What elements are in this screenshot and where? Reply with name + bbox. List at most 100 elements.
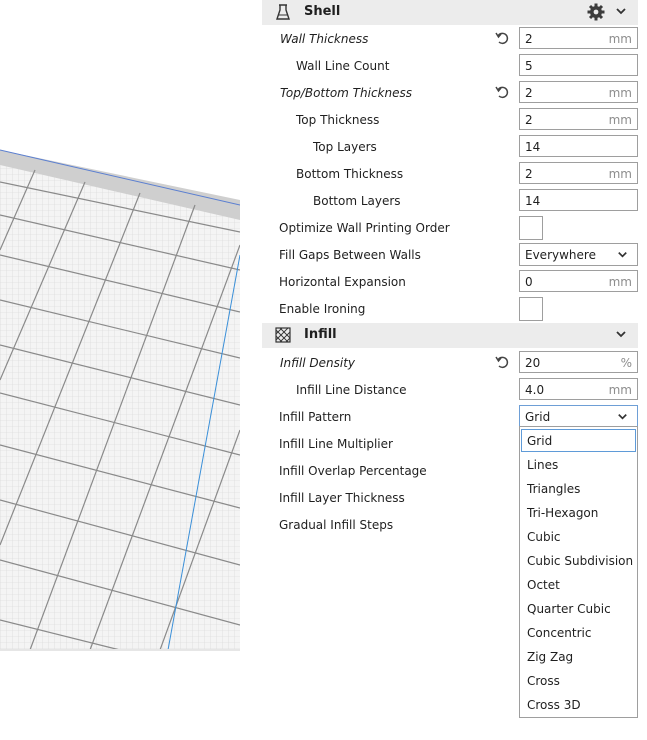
- setting-label: Infill Layer Thickness: [279, 491, 405, 505]
- setting-row-infill-density: Infill Density 20 %: [262, 349, 647, 376]
- option-label: Lines: [527, 458, 559, 472]
- setting-label: Infill Line Multiplier: [279, 437, 393, 451]
- setting-row-top-layers: Top Layers 14: [262, 133, 647, 160]
- option-label: Cubic Subdivision: [527, 554, 634, 568]
- field-unit: mm: [608, 275, 632, 289]
- wall-thickness-input[interactable]: 2 mm: [519, 27, 638, 49]
- dropdown-option-grid[interactable]: Grid: [521, 429, 636, 452]
- infill-category-header[interactable]: Infill: [262, 323, 638, 348]
- setting-label: Optimize Wall Printing Order: [279, 221, 450, 235]
- setting-row-wall-thickness: Wall Thickness 2 mm: [262, 25, 647, 52]
- field-unit: mm: [608, 167, 632, 181]
- setting-row-enable-ironing: Enable Ironing: [262, 295, 647, 322]
- viewport-3d[interactable]: [0, 0, 240, 740]
- setting-row-bottom-layers: Bottom Layers 14: [262, 187, 647, 214]
- reset-icon[interactable]: [494, 30, 510, 46]
- setting-label: Infill Density: [280, 356, 355, 370]
- top-layers-input[interactable]: 14: [519, 135, 638, 157]
- reset-icon[interactable]: [494, 84, 510, 100]
- field-value: 2: [525, 32, 533, 46]
- setting-row-top-bottom-thickness: Top/Bottom Thickness 2 mm: [262, 79, 647, 106]
- dropdown-option-concentric[interactable]: Concentric: [520, 621, 637, 644]
- option-label: Cross 3D: [527, 698, 581, 712]
- setting-label: Enable Ironing: [279, 302, 366, 316]
- enable-ironing-checkbox[interactable]: [519, 297, 543, 321]
- field-value: 14: [525, 140, 541, 154]
- setting-label: Horizontal Expansion: [279, 275, 406, 289]
- field-value: 2: [525, 113, 533, 127]
- setting-label: Top/Bottom Thickness: [280, 86, 412, 100]
- chevron-down-icon: [618, 252, 627, 258]
- option-label: Cubic: [527, 530, 561, 544]
- field-unit: %: [620, 356, 632, 370]
- dropdown-option-lines[interactable]: Lines: [520, 453, 637, 476]
- setting-label: Infill Pattern: [279, 410, 352, 424]
- setting-row-horizontal-expansion: Horizontal Expansion 0 mm: [262, 268, 647, 295]
- horizontal-expansion-input[interactable]: 0 mm: [519, 270, 638, 292]
- setting-row-infill-line-distance: Infill Line Distance 4.0 mm: [262, 376, 647, 403]
- wall-line-count-input[interactable]: 5: [519, 54, 638, 76]
- field-value: 2: [525, 167, 533, 181]
- field-unit: mm: [608, 32, 632, 46]
- fill-gaps-select[interactable]: Everywhere: [519, 243, 638, 266]
- dropdown-option-quarter-cubic[interactable]: Quarter Cubic: [520, 597, 637, 620]
- setting-row-optimize-wall-order: Optimize Wall Printing Order: [262, 214, 647, 241]
- setting-label: Fill Gaps Between Walls: [279, 248, 421, 262]
- optimize-wall-order-checkbox[interactable]: [519, 216, 543, 240]
- field-value: 20: [525, 356, 541, 370]
- reset-icon[interactable]: [494, 354, 510, 370]
- option-label: Tri-Hexagon: [527, 506, 599, 520]
- select-value: Grid: [525, 410, 551, 424]
- top-thickness-input[interactable]: 2 mm: [519, 108, 638, 130]
- bottom-layers-input[interactable]: 14: [519, 189, 638, 211]
- field-unit: mm: [608, 383, 632, 397]
- option-label: Concentric: [527, 626, 592, 640]
- dropdown-option-triangles[interactable]: Triangles: [520, 477, 637, 500]
- shell-category-header[interactable]: Shell: [262, 0, 638, 25]
- dropdown-option-cubic-subdivision[interactable]: Cubic Subdivision: [520, 549, 637, 572]
- setting-row-fill-gaps: Fill Gaps Between Walls Everywhere: [262, 241, 647, 268]
- chevron-down-icon: [618, 414, 627, 420]
- field-value: 5: [525, 59, 533, 73]
- option-label: Cross: [527, 674, 560, 688]
- infill-line-distance-input[interactable]: 4.0 mm: [519, 378, 638, 400]
- infill-density-input[interactable]: 20 %: [519, 351, 638, 373]
- chevron-down-icon[interactable]: [614, 327, 628, 341]
- setting-label: Infill Overlap Percentage: [279, 464, 427, 478]
- option-label: Grid: [527, 434, 553, 448]
- infill-pattern-dropdown-list: Grid Lines Triangles Tri-Hexagon Cubic C…: [519, 426, 638, 718]
- dropdown-option-cross-3d[interactable]: Cross 3D: [520, 693, 637, 716]
- setting-label: Bottom Layers: [313, 194, 401, 208]
- field-value: 0: [525, 275, 533, 289]
- field-unit: mm: [608, 86, 632, 100]
- infill-icon: [275, 327, 291, 343]
- option-label: Triangles: [527, 482, 581, 496]
- build-plate-grid: [0, 149, 240, 651]
- setting-row-top-thickness: Top Thickness 2 mm: [262, 106, 647, 133]
- option-label: Octet: [527, 578, 560, 592]
- dropdown-option-octet[interactable]: Octet: [520, 573, 637, 596]
- setting-label: Wall Line Count: [296, 59, 390, 73]
- top-bottom-thickness-input[interactable]: 2 mm: [519, 81, 638, 103]
- dropdown-option-tri-hexagon[interactable]: Tri-Hexagon: [520, 501, 637, 524]
- dropdown-option-cubic[interactable]: Cubic: [520, 525, 637, 548]
- bottom-thickness-input[interactable]: 2 mm: [519, 162, 638, 184]
- dropdown-option-zig-zag[interactable]: Zig Zag: [520, 645, 637, 668]
- field-unit: mm: [608, 113, 632, 127]
- setting-label: Gradual Infill Steps: [279, 518, 394, 532]
- field-value: 14: [525, 194, 541, 208]
- setting-label: Wall Thickness: [280, 32, 369, 46]
- infill-pattern-select[interactable]: Grid: [519, 405, 638, 428]
- setting-row-bottom-thickness: Bottom Thickness 2 mm: [262, 160, 647, 187]
- gear-icon[interactable]: [586, 2, 606, 22]
- setting-label: Infill Line Distance: [296, 383, 407, 397]
- option-label: Zig Zag: [527, 650, 574, 664]
- dropdown-option-cross[interactable]: Cross: [520, 669, 637, 692]
- shell-category-title: Shell: [304, 4, 341, 19]
- setting-label: Top Layers: [313, 140, 377, 154]
- select-value: Everywhere: [525, 248, 596, 262]
- infill-category-title: Infill: [304, 327, 337, 342]
- chevron-down-icon[interactable]: [614, 4, 628, 18]
- setting-label: Bottom Thickness: [296, 167, 404, 181]
- setting-row-wall-line-count: Wall Line Count 5: [262, 52, 647, 79]
